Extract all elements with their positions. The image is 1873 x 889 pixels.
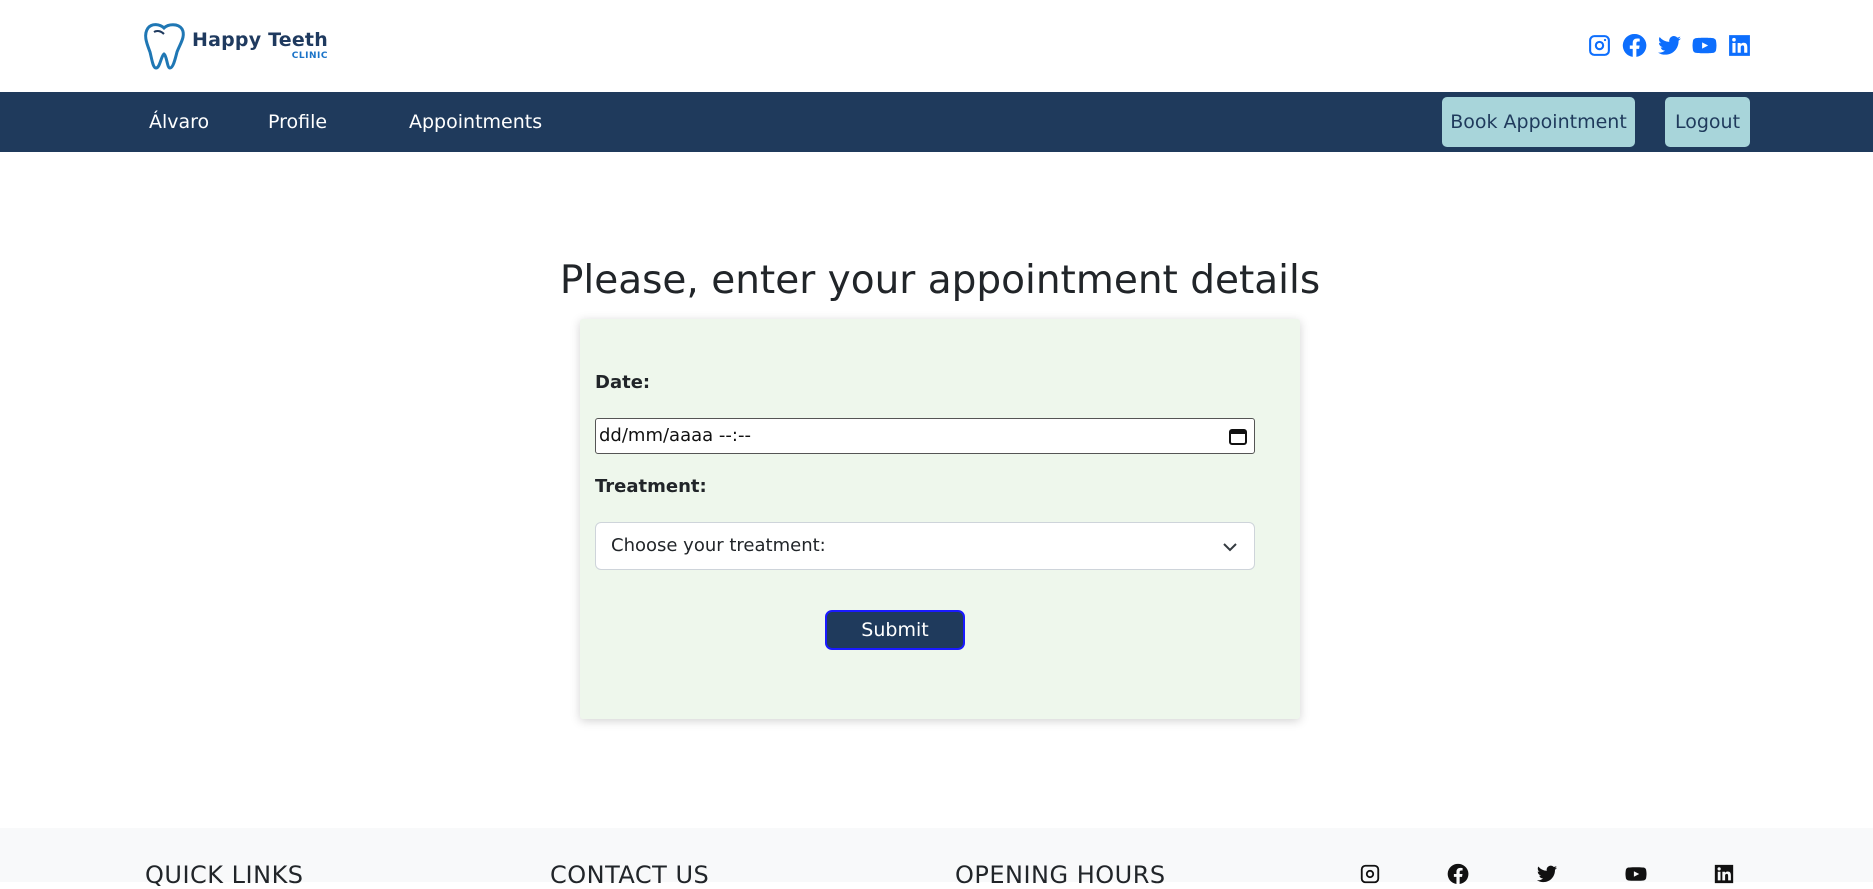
top-header: Happy Teeth CLINIC (0, 0, 1873, 92)
date-input-value: dd/mm/aaaa --:-- (599, 425, 751, 446)
nav-appointments-link[interactable]: Appointments (409, 92, 542, 152)
treatment-label: Treatment: (595, 476, 707, 497)
appointment-form: Date: dd/mm/aaaa --:-- Treatment: Choose… (580, 319, 1300, 719)
header-social-links (1587, 33, 1752, 58)
clinic-logo[interactable]: Happy Teeth CLINIC (142, 22, 332, 70)
treatment-select-value: Choose your treatment: (611, 535, 826, 556)
instagram-icon[interactable] (1587, 33, 1612, 58)
tooth-icon (144, 23, 185, 70)
brand-name: Happy Teeth (192, 29, 328, 51)
logout-button[interactable]: Logout (1665, 97, 1750, 147)
chevron-down-icon (1223, 543, 1237, 552)
submit-button[interactable]: Submit (825, 610, 965, 650)
footer-quick-links-heading: QUICK LINKS (145, 861, 304, 889)
nav-user-name[interactable]: Álvaro (149, 92, 209, 152)
linkedin-icon[interactable] (1727, 33, 1752, 58)
youtube-icon[interactable] (1692, 33, 1717, 58)
page-title: Please, enter your appointment details (559, 258, 1321, 303)
date-input[interactable]: dd/mm/aaaa --:-- (595, 418, 1255, 454)
treatment-select[interactable]: Choose your treatment: (595, 522, 1255, 570)
date-label: Date: (595, 372, 651, 393)
twitter-icon[interactable] (1657, 33, 1682, 58)
book-appointment-button[interactable]: Book Appointment (1442, 97, 1635, 147)
nav-profile-link[interactable]: Profile (268, 92, 327, 152)
facebook-icon[interactable] (1622, 33, 1647, 58)
footer-contact-heading: CONTACT US (550, 861, 710, 889)
main-navbar: Álvaro Profile Appointments Book Appoint… (0, 92, 1873, 152)
footer: QUICK LINKS CONTACT US OPENING HOURS (0, 828, 1873, 889)
footer-hours-heading: OPENING HOURS (955, 861, 1166, 889)
calendar-icon[interactable] (1228, 427, 1248, 445)
brand-subtitle: CLINIC (291, 51, 328, 61)
